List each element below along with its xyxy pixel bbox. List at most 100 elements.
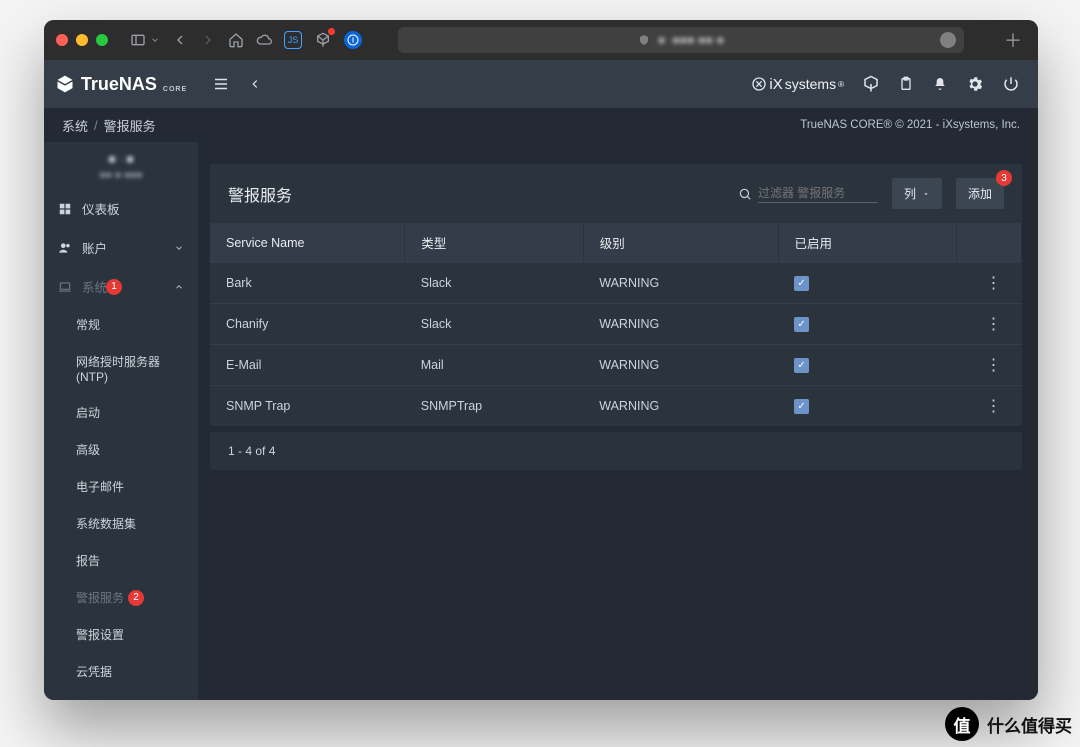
close-window-button[interactable] — [56, 34, 68, 46]
nav-back-icon[interactable] — [248, 77, 262, 91]
js-badge-icon[interactable]: JS — [284, 31, 302, 49]
chevron-down-icon — [174, 243, 184, 253]
table-row[interactable]: SNMP TrapSNMPTrapWARNING⋮ — [210, 386, 1022, 427]
bell-icon[interactable] — [932, 76, 948, 92]
sidebar-item-account[interactable]: 账户 — [44, 228, 198, 267]
row-actions-button[interactable]: ⋮ — [957, 263, 1022, 304]
server-name: ■ · ■ — [44, 142, 198, 170]
sidebar-item-ntp[interactable]: 网络授时服务器(NTP) — [44, 343, 198, 394]
sidebar-item-label: 云凭据 — [76, 663, 112, 680]
watermark: 值 什么值得买 — [945, 707, 1072, 741]
enabled-checkbox[interactable] — [794, 358, 809, 373]
brand-logo[interactable]: TrueNAS CORE — [44, 74, 198, 95]
cloud-icon[interactable] — [256, 32, 272, 48]
new-tab-button[interactable]: ＋ — [1000, 27, 1026, 53]
address-bar[interactable]: ■ ·■■■·■■·■ — [398, 27, 964, 53]
copyright-text: TrueNAS CORE® © 2021 - iXsystems, Inc. — [800, 119, 1020, 131]
ix-prefix: iX — [769, 76, 782, 93]
sidebar-item-advanced[interactable]: 高级 — [44, 431, 198, 468]
cube-icon — [55, 74, 75, 94]
truecommand-icon[interactable] — [862, 75, 880, 93]
sidebar-item-dataset[interactable]: 系统数据集 — [44, 505, 198, 542]
sidebar-item-boot[interactable]: 启动 — [44, 394, 198, 431]
power-icon[interactable] — [1002, 75, 1020, 93]
brand-text: TrueNAS — [81, 74, 157, 95]
window-controls — [56, 34, 108, 46]
row-actions-button[interactable]: ⋮ — [957, 386, 1022, 427]
columns-button[interactable]: 列 — [892, 178, 942, 209]
sidebar-item-alertsvc[interactable]: 警报服务 2 — [44, 579, 198, 616]
ixsystems-link[interactable]: iXsystems® — [751, 76, 844, 93]
cell-level: WARNING — [583, 263, 778, 304]
columns-label: 列 — [904, 185, 916, 202]
table-row[interactable]: E-MailMailWARNING⋮ — [210, 345, 1022, 386]
table-row[interactable]: BarkSlackWARNING⋮ — [210, 263, 1022, 304]
row-actions-button[interactable]: ⋮ — [957, 304, 1022, 345]
cell-enabled — [778, 345, 957, 386]
sidebar-item-system[interactable]: 系统 1 — [44, 267, 198, 306]
row-actions-button[interactable]: ⋮ — [957, 345, 1022, 386]
sidebar-item-label: 启动 — [76, 404, 100, 421]
col-level[interactable]: 级别 — [583, 223, 778, 263]
sidebar-item-general[interactable]: 常规 — [44, 306, 198, 343]
sidebar-item-cloudcred[interactable]: 云凭据 — [44, 653, 198, 690]
alert-service-card: 警报服务 列 添加 3 — [210, 164, 1022, 426]
cell-name: SNMP Trap — [210, 386, 405, 427]
enabled-checkbox[interactable] — [794, 276, 809, 291]
table-footer: 1 - 4 of 4 — [210, 432, 1022, 470]
cell-level: WARNING — [583, 345, 778, 386]
add-button[interactable]: 添加 3 — [956, 178, 1004, 209]
forward-icon[interactable] — [200, 32, 216, 48]
sidebar-item-label: 网络授时服务器(NTP) — [76, 353, 184, 384]
sidebar-item-report[interactable]: 报告 — [44, 542, 198, 579]
clipboard-icon[interactable] — [898, 76, 914, 92]
table-header-row: Service Name 类型 级别 已启用 — [210, 223, 1022, 263]
minimize-window-button[interactable] — [76, 34, 88, 46]
enabled-checkbox[interactable] — [794, 399, 809, 414]
gear-icon[interactable] — [966, 75, 984, 93]
cell-level: WARNING — [583, 304, 778, 345]
brand-sub: CORE — [163, 86, 187, 93]
onepassword-icon[interactable] — [344, 31, 362, 49]
extension-cube-icon[interactable] — [314, 31, 332, 49]
sidebar-item-label: 账户 — [82, 238, 107, 257]
cell-type: Slack — [405, 263, 584, 304]
sidebar-item-sshconn[interactable]: SSH连接 — [44, 690, 198, 700]
filter-input[interactable] — [758, 184, 878, 203]
sidebar-item-label: 高级 — [76, 441, 100, 458]
site-identity-icon — [638, 34, 650, 46]
sidebar-item-email[interactable]: 电子邮件 — [44, 468, 198, 505]
caret-down-icon — [922, 190, 930, 198]
filter-field[interactable] — [738, 184, 878, 203]
sidebar-item-label: 仪表板 — [82, 199, 120, 218]
breadcrumb-bar: 系统 / 警报服务 TrueNAS CORE® © 2021 - iXsyste… — [44, 108, 1038, 142]
sidebar-item-label: 警报服务 — [76, 589, 124, 606]
sidebar-toggle-icon[interactable] — [130, 32, 146, 48]
home-icon[interactable] — [228, 32, 244, 48]
browser-titlebar: JS ■ ·■■■·■■·■ ＋ — [44, 20, 1038, 60]
annotation-badge-2: 2 — [128, 590, 144, 606]
back-icon[interactable] — [172, 32, 188, 48]
breadcrumb-root[interactable]: 系统 — [62, 116, 88, 135]
sidebar-item-label: 警报设置 — [76, 626, 124, 643]
dashboard-icon — [58, 202, 72, 216]
ix-logo-icon — [751, 76, 767, 92]
cell-enabled — [778, 263, 957, 304]
table-row[interactable]: ChanifySlackWARNING⋮ — [210, 304, 1022, 345]
hamburger-icon[interactable] — [212, 75, 230, 93]
enabled-checkbox[interactable] — [794, 317, 809, 332]
add-label: 添加 — [968, 185, 992, 202]
search-icon — [738, 187, 752, 201]
main-panel: 警报服务 列 添加 3 — [198, 142, 1038, 700]
reader-mode-icon[interactable] — [940, 32, 956, 48]
sidebar-item-dashboard[interactable]: 仪表板 — [44, 189, 198, 228]
col-type[interactable]: 类型 — [405, 223, 584, 263]
zoom-window-button[interactable] — [96, 34, 108, 46]
chevron-down-icon[interactable] — [150, 32, 160, 48]
col-name[interactable]: Service Name — [210, 223, 405, 263]
cell-enabled — [778, 304, 957, 345]
people-icon — [58, 241, 72, 255]
col-enabled[interactable]: 已启用 — [778, 223, 957, 263]
card-tools: 列 添加 3 — [738, 178, 1004, 209]
sidebar-item-alertset[interactable]: 警报设置 — [44, 616, 198, 653]
